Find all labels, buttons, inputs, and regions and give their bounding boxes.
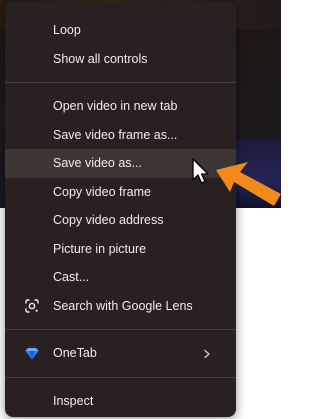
chevron-right-icon bbox=[202, 348, 212, 359]
menu-item-label: Save video as... bbox=[53, 156, 142, 171]
menu-item-label: Copy video frame bbox=[53, 184, 151, 199]
menu-item-label: Cast... bbox=[53, 270, 90, 285]
menu-item-label: Search with Google Lens bbox=[53, 298, 193, 313]
menu-item-label: Inspect bbox=[53, 393, 94, 408]
menu-item-label: OneTab bbox=[53, 346, 97, 361]
menu-item-label: Open video in new tab bbox=[53, 99, 178, 114]
menu-item-copy-video-address[interactable]: Copy video address bbox=[5, 206, 236, 235]
menu-item-loop[interactable]: Loop bbox=[5, 16, 236, 45]
menu-item-picture-in-picture[interactable]: Picture in picture bbox=[5, 235, 236, 264]
menu-separator bbox=[5, 376, 236, 378]
menu-separator bbox=[5, 82, 236, 83]
menu-item-label: Copy video address bbox=[53, 213, 164, 228]
menu-item-label: Save video frame as... bbox=[53, 127, 178, 142]
menu-item-cast[interactable]: Cast... bbox=[5, 263, 236, 292]
menu-item-label: Loop bbox=[53, 23, 81, 38]
menu-item-onetab[interactable]: OneTab bbox=[5, 339, 236, 368]
orange-arrow-icon bbox=[216, 162, 281, 206]
menu-item-open-video-in-new-tab[interactable]: Open video in new tab bbox=[5, 92, 236, 121]
mouse-cursor-icon bbox=[192, 158, 209, 184]
context-menu: Loop Show all controls Open video in new… bbox=[5, 2, 236, 417]
menu-item-save-video-frame-as[interactable]: Save video frame as... bbox=[5, 121, 236, 150]
menu-separator bbox=[5, 329, 236, 330]
menu-item-inspect[interactable]: Inspect bbox=[5, 387, 236, 416]
google-lens-icon bbox=[25, 299, 39, 313]
menu-item-label: Picture in picture bbox=[53, 241, 147, 256]
onetab-diamond-icon bbox=[25, 346, 39, 360]
menu-item-show-all-controls[interactable]: Show all controls bbox=[5, 45, 236, 74]
menu-item-search-with-google-lens[interactable]: Search with Google Lens bbox=[5, 292, 236, 321]
menu-item-label: Show all controls bbox=[53, 51, 148, 66]
